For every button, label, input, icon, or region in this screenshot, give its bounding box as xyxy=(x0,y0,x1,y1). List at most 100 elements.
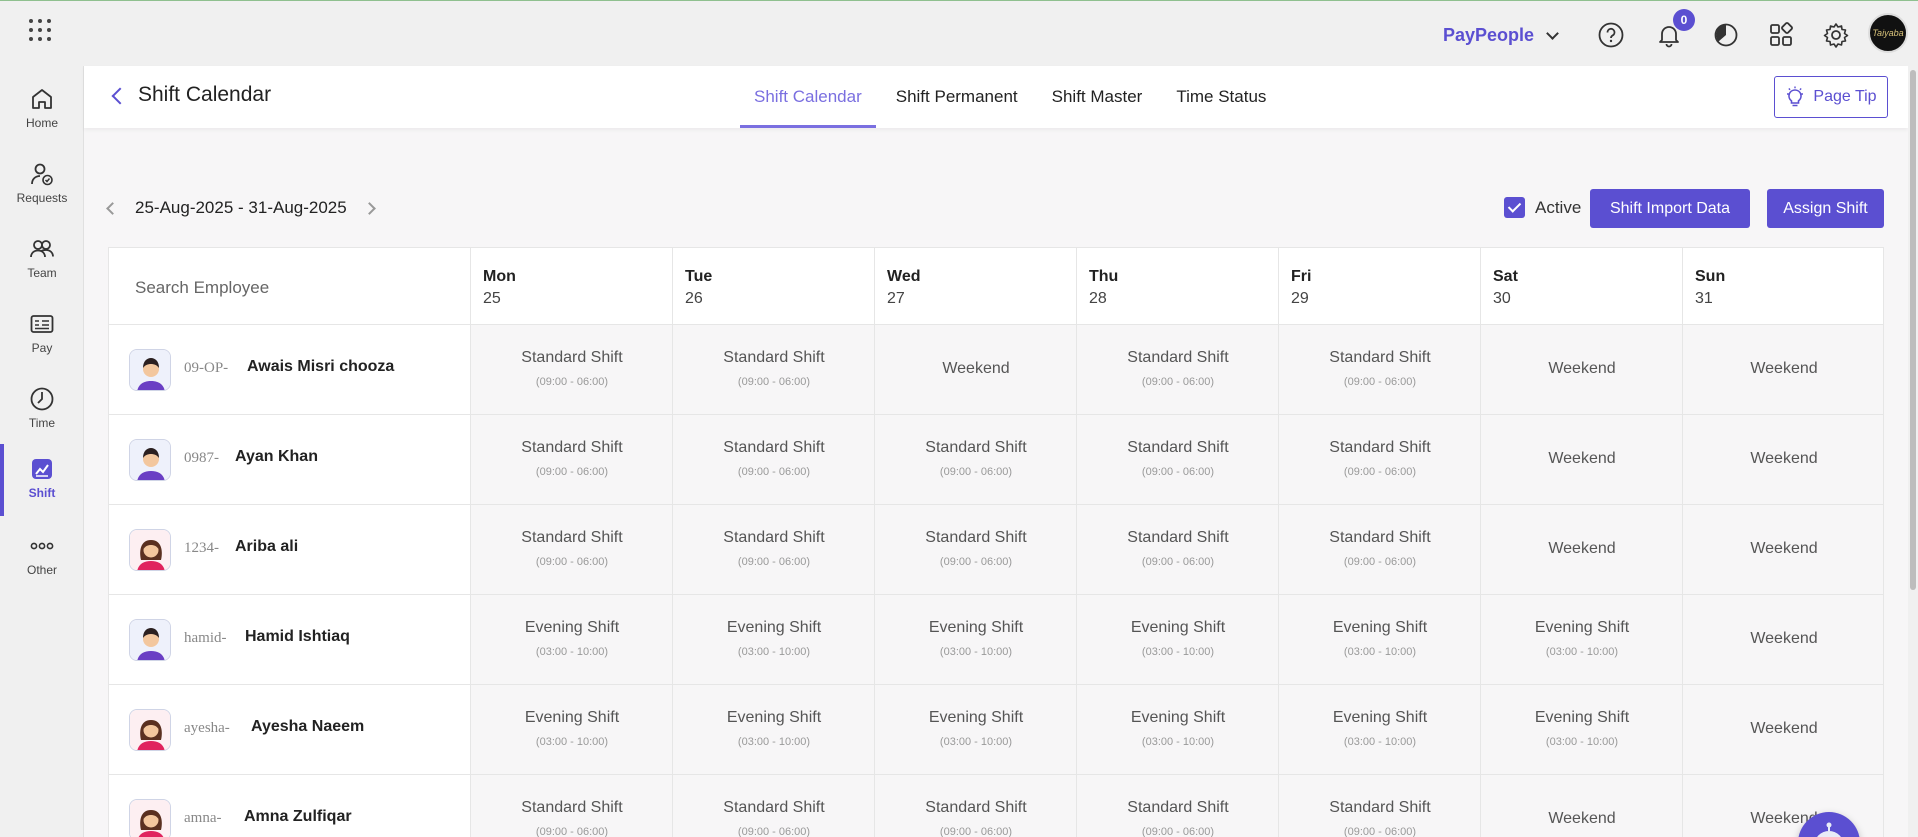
shift-cell[interactable]: Standard Shift (09:00 - 06:00) xyxy=(1077,325,1279,414)
employee-cell[interactable]: ayesha- Ayesha Naeem xyxy=(109,685,471,774)
shift-cell[interactable]: Standard Shift (09:00 - 06:00) xyxy=(471,415,673,504)
chevron-down-icon xyxy=(1546,27,1559,40)
sidebar-item-requests[interactable]: Requests xyxy=(0,149,84,221)
sidebar-item-time[interactable]: Time xyxy=(0,374,84,446)
company-switcher[interactable]: PayPeople xyxy=(1443,25,1559,46)
employee-avatar xyxy=(129,529,171,571)
employee-code: 0987- xyxy=(184,450,219,466)
shift-cell[interactable]: Evening Shift (03:00 - 10:00) xyxy=(1077,685,1279,774)
shift-cell[interactable]: Weekend xyxy=(1481,505,1683,594)
shift-cell[interactable]: Standard Shift (09:00 - 06:00) xyxy=(673,415,875,504)
employee-cell[interactable]: 09-OP- Awais Misri chooza xyxy=(109,325,471,414)
employee-column-header: Search Employee xyxy=(109,248,471,324)
lightbulb-icon xyxy=(1787,86,1804,107)
help-icon[interactable] xyxy=(1597,21,1625,49)
day-date: 27 xyxy=(887,290,905,307)
shift-time: (09:00 - 06:00) xyxy=(939,466,1013,478)
previous-week-icon[interactable] xyxy=(106,201,119,215)
sidebar-item-shift[interactable]: Shift xyxy=(0,444,84,516)
shift-cell[interactable]: Evening Shift (03:00 - 10:00) xyxy=(1077,595,1279,684)
active-filter[interactable]: Active xyxy=(1504,197,1581,218)
shift-cell[interactable]: Weekend xyxy=(1683,685,1883,774)
shift-cell[interactable]: Weekend xyxy=(1481,775,1683,837)
shift-cell[interactable]: Evening Shift (03:00 - 10:00) xyxy=(471,685,673,774)
next-week-icon[interactable] xyxy=(362,201,376,215)
shift-time: (09:00 - 06:00) xyxy=(939,556,1013,568)
shift-cell[interactable]: Standard Shift (09:00 - 06:00) xyxy=(471,505,673,594)
employee-cell[interactable]: amna- Amna Zulfiqar xyxy=(109,775,471,837)
tab-time-status[interactable]: Time Status xyxy=(1162,66,1280,128)
page-scrollbar[interactable] xyxy=(1908,66,1918,837)
widgets-icon[interactable] xyxy=(1767,21,1795,49)
shift-cell[interactable]: Standard Shift (09:00 - 06:00) xyxy=(1279,505,1481,594)
shift-cell[interactable]: Weekend xyxy=(1683,325,1883,414)
sidebar-item-label: Home xyxy=(25,116,58,130)
time-tracker-icon[interactable] xyxy=(1712,21,1740,49)
shift-cell[interactable]: Standard Shift (09:00 - 06:00) xyxy=(673,505,875,594)
day-name: Tue xyxy=(685,268,713,285)
shift-cell[interactable]: Standard Shift (09:00 - 06:00) xyxy=(875,775,1077,837)
shift-cell[interactable]: Standard Shift (09:00 - 06:00) xyxy=(1077,415,1279,504)
employee-code: hamid- xyxy=(184,630,227,646)
shift-cell[interactable]: Standard Shift (09:00 - 06:00) xyxy=(1077,775,1279,837)
shift-cell[interactable]: Evening Shift (03:00 - 10:00) xyxy=(1279,595,1481,684)
shift-time: (09:00 - 06:00) xyxy=(939,826,1013,837)
shift-name: Standard Shift xyxy=(925,529,1027,546)
shift-import-data-button[interactable]: Shift Import Data xyxy=(1590,189,1750,228)
pay-icon xyxy=(30,315,54,333)
weekend-label: Weekend xyxy=(1548,360,1616,377)
active-checkbox[interactable] xyxy=(1504,197,1525,218)
employee-cell[interactable]: hamid- Hamid Ishtiaq xyxy=(109,595,471,684)
assign-shift-button[interactable]: Assign Shift xyxy=(1767,189,1884,228)
shift-time: (09:00 - 06:00) xyxy=(535,826,609,837)
shift-cell[interactable]: Evening Shift (03:00 - 10:00) xyxy=(1481,595,1683,684)
shift-cell[interactable]: Standard Shift (09:00 - 06:00) xyxy=(1279,325,1481,414)
shift-cell[interactable]: Standard Shift (09:00 - 06:00) xyxy=(1279,415,1481,504)
search-employee-input[interactable]: Search Employee xyxy=(135,278,269,298)
gear-icon[interactable] xyxy=(1822,21,1850,49)
employee-cell[interactable]: 1234- Ariba ali xyxy=(109,505,471,594)
shift-cell[interactable]: Standard Shift (09:00 - 06:00) xyxy=(471,775,673,837)
page-tip-button[interactable]: Page Tip xyxy=(1774,76,1888,118)
employee-cell[interactable]: 0987- Ayan Khan xyxy=(109,415,471,504)
sidebar-item-other[interactable]: Other xyxy=(0,521,84,593)
apps-grid-icon[interactable] xyxy=(29,19,51,41)
sidebar-item-pay[interactable]: Pay xyxy=(0,299,84,371)
profile-avatar[interactable]: Taiyaba xyxy=(1868,13,1908,53)
employee-name: Ayesha Naeem xyxy=(251,718,365,735)
shift-time: (09:00 - 06:00) xyxy=(737,466,811,478)
shift-cell[interactable]: Standard Shift (09:00 - 06:00) xyxy=(471,325,673,414)
sidebar-item-home[interactable]: Home xyxy=(0,74,84,146)
shift-cell[interactable]: Standard Shift (09:00 - 06:00) xyxy=(1077,505,1279,594)
shift-name: Standard Shift xyxy=(723,349,825,366)
shift-cell[interactable]: Evening Shift (03:00 - 10:00) xyxy=(1279,685,1481,774)
shift-cell[interactable]: Evening Shift (03:00 - 10:00) xyxy=(673,595,875,684)
scrollbar-thumb[interactable] xyxy=(1910,70,1916,590)
tab-shift-calendar[interactable]: Shift Calendar xyxy=(740,66,876,128)
back-arrow-icon[interactable] xyxy=(111,87,129,105)
chat-assistant-bot-icon[interactable] xyxy=(1798,812,1860,837)
employee-avatar xyxy=(129,439,171,481)
tab-shift-permanent[interactable]: Shift Permanent xyxy=(882,66,1032,128)
shift-time: (09:00 - 06:00) xyxy=(1141,466,1215,478)
shift-cell[interactable]: Standard Shift (09:00 - 06:00) xyxy=(875,505,1077,594)
shift-cell[interactable]: Weekend xyxy=(1683,505,1883,594)
shift-cell[interactable]: Standard Shift (09:00 - 06:00) xyxy=(1279,775,1481,837)
shift-cell[interactable]: Standard Shift (09:00 - 06:00) xyxy=(673,775,875,837)
shift-cell[interactable]: Evening Shift (03:00 - 10:00) xyxy=(1481,685,1683,774)
shift-cell[interactable]: Evening Shift (03:00 - 10:00) xyxy=(471,595,673,684)
sidebar-item-team[interactable]: Team xyxy=(0,224,84,296)
tab-shift-master[interactable]: Shift Master xyxy=(1038,66,1157,128)
shift-cell[interactable]: Evening Shift (03:00 - 10:00) xyxy=(673,685,875,774)
shift-cell[interactable]: Evening Shift (03:00 - 10:00) xyxy=(875,595,1077,684)
shift-cell[interactable]: Weekend xyxy=(875,325,1077,414)
shift-cell[interactable]: Weekend xyxy=(1481,325,1683,414)
shift-cell[interactable]: Weekend xyxy=(1683,415,1883,504)
shift-time: (03:00 - 10:00) xyxy=(535,646,609,658)
shift-cell[interactable]: Weekend xyxy=(1481,415,1683,504)
shift-cell[interactable]: Evening Shift (03:00 - 10:00) xyxy=(875,685,1077,774)
shift-cell[interactable]: Standard Shift (09:00 - 06:00) xyxy=(875,415,1077,504)
shift-cell[interactable]: Weekend xyxy=(1683,595,1883,684)
shift-cell[interactable]: Standard Shift (09:00 - 06:00) xyxy=(673,325,875,414)
employee-name: Amna Zulfiqar xyxy=(244,808,352,825)
